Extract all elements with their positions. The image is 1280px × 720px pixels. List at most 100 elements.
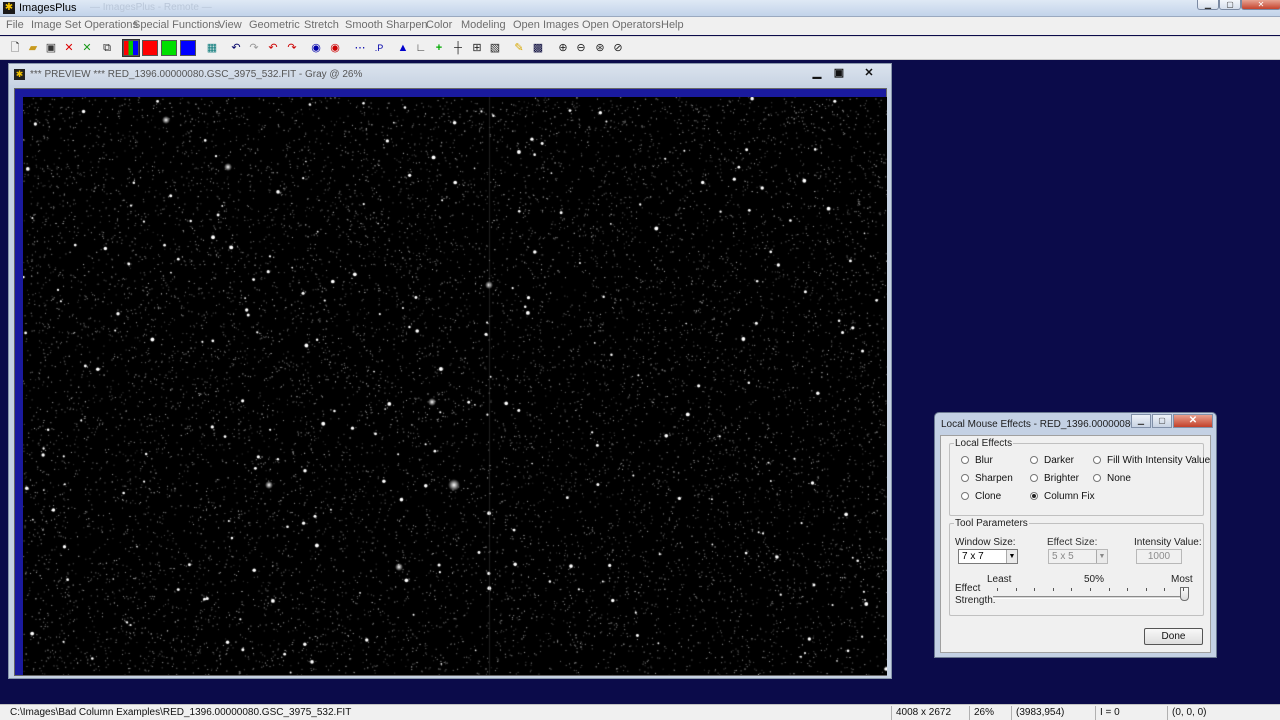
maximize-button[interactable]: ▢: [1219, 0, 1241, 10]
zoom-reset-icon[interactable]: ⊘: [610, 40, 626, 56]
new-file-icon[interactable]: 🗋: [7, 40, 23, 56]
open-folder-icon[interactable]: ▰: [25, 40, 41, 56]
crosshair-icon[interactable]: ┼: [450, 40, 466, 56]
radio-dot: [1093, 474, 1101, 482]
menu-special-functions[interactable]: Special Functions: [133, 19, 220, 31]
undo-red-icon[interactable]: ↶: [265, 40, 281, 56]
preview-minimize-button[interactable]: ▁: [806, 66, 828, 81]
radio-dot: [961, 474, 969, 482]
copy-window-icon[interactable]: ⧉: [99, 40, 115, 56]
slider-track: [993, 596, 1189, 599]
rgb-bars-icon[interactable]: [122, 39, 140, 57]
circle-select-icon[interactable]: ◉: [308, 40, 324, 56]
app-titlebar: ✱ ImagesPlus — ImagesPlus - Remote — ▁ ▢…: [0, 0, 1280, 17]
status-file-path: C:\Images\Bad Column Examples\RED_1396.0…: [10, 707, 352, 718]
slider-tick: [1108, 588, 1110, 591]
image-edit-icon[interactable]: ▧: [487, 40, 503, 56]
close-button[interactable]: ✕: [1241, 0, 1280, 10]
radio-column-fix[interactable]: Column Fix: [1030, 491, 1095, 502]
radio-clone[interactable]: Clone: [961, 491, 1001, 502]
slider-thumb[interactable]: [1180, 587, 1189, 601]
radio-dot: [961, 456, 969, 464]
menu-image-set-operations[interactable]: Image Set Operations: [31, 19, 138, 31]
menu-help[interactable]: Help: [661, 19, 684, 31]
local-mouse-effects-dialog: Local Mouse Effects - RED_1396.00000080.…: [934, 412, 1217, 658]
table-icon[interactable]: ⊞: [469, 40, 485, 56]
menu-view[interactable]: View: [218, 19, 242, 31]
zoom-fit-icon[interactable]: ⊛: [592, 40, 608, 56]
pencil-icon[interactable]: ✎: [511, 40, 527, 56]
close-green-x-icon[interactable]: ✕: [79, 40, 95, 56]
circle-target-icon[interactable]: ◉: [327, 40, 343, 56]
window-size-select[interactable]: 7 x 7 ▼: [958, 549, 1018, 564]
slider-tick: [997, 588, 998, 591]
radio-darker[interactable]: Darker: [1030, 455, 1074, 466]
done-button[interactable]: Done: [1144, 628, 1203, 645]
red-channel-icon[interactable]: [142, 40, 158, 56]
radio-dot: [961, 492, 969, 500]
blue-channel-icon[interactable]: [180, 40, 196, 56]
save-icon[interactable]: ▣: [43, 40, 59, 56]
effect-size-select[interactable]: 5 x 5 ▼: [1048, 549, 1108, 564]
status-coordinates: (3983,954): [1011, 706, 1094, 720]
radio-blur[interactable]: Blur: [961, 455, 993, 466]
preview-close-button[interactable]: ✕: [858, 66, 880, 81]
preview-window: ✱ *** PREVIEW *** RED_1396.00000080.GSC_…: [8, 63, 892, 679]
level-icon[interactable]: ∟: [413, 40, 429, 56]
effect-size-label: Effect Size:: [1047, 537, 1098, 548]
window-size-label: Window Size:: [955, 537, 1016, 548]
minimize-button[interactable]: ▁: [1197, 0, 1219, 10]
grid-select-icon[interactable]: ▦: [204, 40, 220, 56]
status-zoom: 26%: [969, 706, 1010, 720]
zoom-in-icon[interactable]: ⊕: [555, 40, 571, 56]
radio-dot: [1030, 474, 1038, 482]
menu-bar: File Image Set Operations Special Functi…: [0, 17, 1280, 35]
menu-stretch[interactable]: Stretch: [304, 19, 339, 31]
triangle-icon[interactable]: ▲: [395, 40, 411, 56]
slider-tick: [1127, 588, 1129, 591]
intensity-value-field[interactable]: 1000: [1136, 549, 1182, 564]
radio-dot: [1030, 456, 1038, 464]
redo-red-icon[interactable]: ↷: [284, 40, 300, 56]
toolbar: 🗋 ▰ ▣ ✕ ✕ ⧉ ▦ ↶ ↷ ↶ ↷ ◉ ◉ ⋯ .P ▲ ∟ + ┼ ⊞…: [0, 36, 1280, 60]
plus-cross-icon[interactable]: +: [431, 40, 447, 56]
strength-slider[interactable]: [993, 582, 1189, 612]
dialog-close-button[interactable]: ✕: [1173, 414, 1213, 428]
star-field-image[interactable]: [23, 97, 887, 675]
tool-parameters-label: Tool Parameters: [955, 518, 1028, 529]
menu-file[interactable]: File: [6, 19, 24, 31]
menu-geometric[interactable]: Geometric: [249, 19, 300, 31]
preview-titlebar[interactable]: ✱ *** PREVIEW *** RED_1396.00000080.GSC_…: [9, 64, 891, 85]
preview-maximize-button[interactable]: ▣: [828, 66, 850, 81]
menu-modeling[interactable]: Modeling: [461, 19, 506, 31]
status-intensity: I = 0: [1095, 706, 1165, 720]
menu-smooth-sharpen[interactable]: Smooth Sharpen: [345, 19, 428, 31]
radio-none[interactable]: None: [1093, 473, 1131, 484]
dialog-maximize-button[interactable]: ▢: [1152, 414, 1172, 428]
dialog-minimize-button[interactable]: ▁: [1131, 414, 1151, 428]
point-p-icon[interactable]: .P: [371, 40, 387, 56]
radio-brighter[interactable]: Brighter: [1030, 473, 1079, 484]
grid-icon[interactable]: ▩: [530, 40, 546, 56]
app-logo-icon: ✱: [3, 2, 15, 14]
menu-color[interactable]: Color: [426, 19, 452, 31]
slider-tick: [1090, 588, 1091, 591]
status-dimensions: 4008 x 2672: [891, 706, 967, 720]
zoom-out-icon[interactable]: ⊖: [573, 40, 589, 56]
redo-icon[interactable]: ↷: [246, 40, 262, 56]
image-canvas-frame: [14, 88, 887, 676]
status-bar: C:\Images\Bad Column Examples\RED_1396.0…: [0, 704, 1280, 720]
dotted-line-icon[interactable]: ⋯: [352, 40, 368, 56]
slider-tick: [1145, 588, 1147, 591]
undo-icon[interactable]: ↶: [228, 40, 244, 56]
slider-tick: [1164, 588, 1166, 591]
radio-sharpen[interactable]: Sharpen: [961, 473, 1013, 484]
menu-open-images[interactable]: Open Images: [513, 19, 579, 31]
radio-fill-intensity[interactable]: Fill With Intensity Value: [1093, 455, 1210, 466]
chevron-down-icon: ▼: [1006, 550, 1017, 563]
close-red-x-icon[interactable]: ✕: [61, 40, 77, 56]
dialog-body: Local Effects Blur Darker Fill With Inte…: [940, 435, 1211, 653]
green-channel-icon[interactable]: [161, 40, 177, 56]
menu-open-operators[interactable]: Open Operators: [582, 19, 661, 31]
status-rgb: (0, 0, 0): [1167, 706, 1277, 720]
